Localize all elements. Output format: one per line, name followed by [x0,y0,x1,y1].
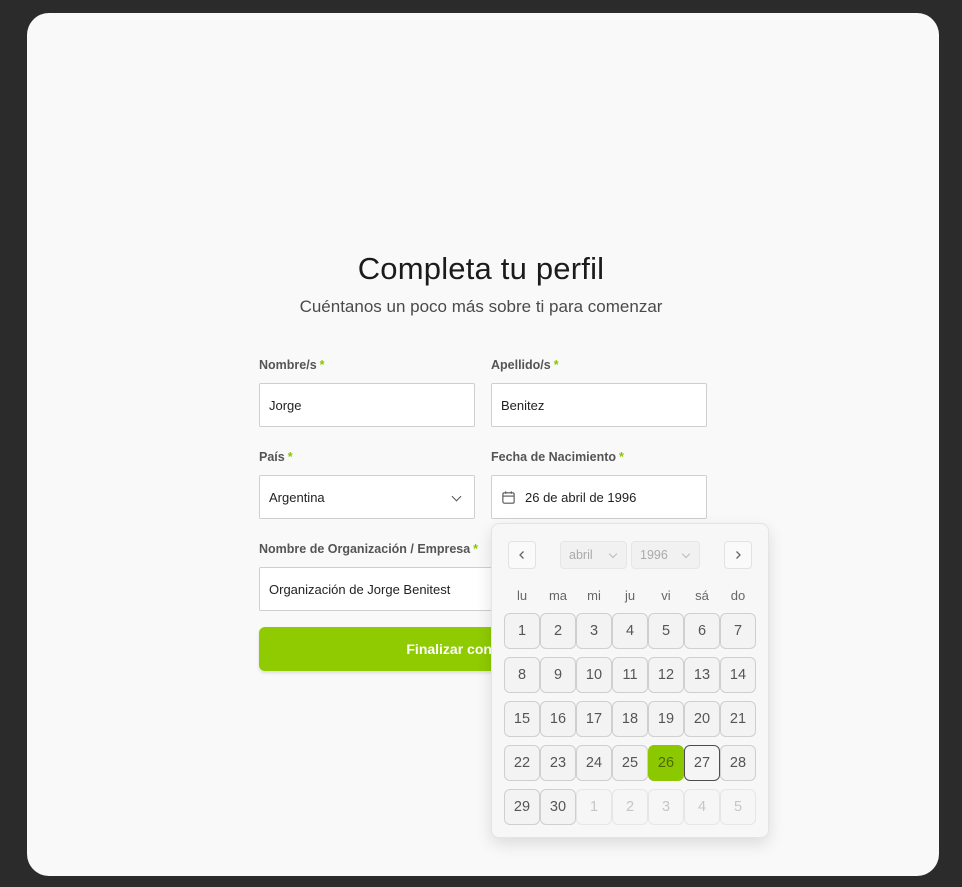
calendar-day[interactable]: 24 [576,745,612,781]
organization-label: Nombre de Organización / Empresa * [259,542,479,556]
required-mark: * [619,450,624,464]
calendar-day-outside: 5 [720,789,756,825]
calendar-day[interactable]: 14 [720,657,756,693]
required-mark: * [553,358,559,372]
calendar-day[interactable]: 26 [648,745,684,781]
calendar-day[interactable]: 25 [612,745,648,781]
weekday-label: lu [516,588,528,603]
date-picker-popup: abril 1996 lu ma mi ju vi sá do 1 2 3 4 5 6 7 8 9 10 11 1… [491,523,769,838]
calendar-day[interactable]: 15 [504,701,540,737]
calendar-day[interactable]: 20 [684,701,720,737]
month-select[interactable]: abril [560,541,627,569]
profile-card [27,13,939,876]
last-name-field[interactable]: Benitez [491,383,707,427]
calendar-day-outside: 4 [684,789,720,825]
organization-value: Organización de Jorge Benitest [269,581,451,597]
prev-month-button[interactable] [508,541,536,569]
calendar-day-outside: 3 [648,789,684,825]
first-name-value: Jorge [269,397,302,413]
weekday-label: do [730,588,746,603]
calendar-day[interactable]: 4 [612,613,648,649]
year-select[interactable]: 1996 [631,541,700,569]
weekday-label: vi [661,588,671,603]
last-name-value: Benitez [501,397,545,413]
calendar-day[interactable]: 17 [576,701,612,737]
calendar-day[interactable]: 21 [720,701,756,737]
calendar-day[interactable]: 11 [612,657,648,693]
calendar-day-outside: 1 [576,789,612,825]
calendar-day[interactable]: 5 [648,613,684,649]
required-mark: * [319,358,325,372]
calendar-day[interactable]: 12 [648,657,684,693]
last-name-label: Apellido/s * [491,358,559,372]
page-title: Completa tu perfil [357,251,605,286]
country-value: Argentina [269,489,325,505]
calendar-day[interactable]: 30 [540,789,576,825]
calendar-day[interactable]: 6 [684,613,720,649]
calendar-day[interactable]: 9 [540,657,576,693]
calendar-day-outside: 2 [612,789,648,825]
calendar-day[interactable]: 16 [540,701,576,737]
chevron-left-icon [519,551,524,559]
calendar-day[interactable]: 3 [576,613,612,649]
next-month-button[interactable] [724,541,752,569]
country-label: País * [259,450,293,464]
first-name-label: Nombre/s * [259,358,325,372]
calendar-day[interactable]: 2 [540,613,576,649]
page-subtitle: Cuéntanos un poco más sobre ti para come… [299,297,663,316]
calendar-day[interactable]: 23 [540,745,576,781]
calendar-day[interactable]: 22 [504,745,540,781]
birth-date-label: Fecha de Nacimiento * [491,450,624,464]
calendar-day[interactable]: 19 [648,701,684,737]
chevron-down-icon [608,549,618,559]
weekday-label: ma [548,588,568,603]
calendar-day[interactable]: 1 [504,613,540,649]
weekday-label: sá [695,588,709,603]
chevron-down-icon [681,549,691,559]
required-mark: * [473,542,479,556]
year-value: 1996 [640,548,668,562]
chevron-right-icon [736,551,741,559]
first-name-field[interactable]: Jorge [259,383,475,427]
calendar-day[interactable]: 28 [720,745,756,781]
weekday-label: mi [587,588,601,603]
required-mark: * [287,450,293,464]
country-select[interactable]: Argentina [259,475,475,519]
month-value: abril [569,548,593,562]
calendar-day[interactable]: 13 [684,657,720,693]
calendar-day[interactable]: 29 [504,789,540,825]
calendar-day[interactable]: 10 [576,657,612,693]
calendar-day[interactable]: 8 [504,657,540,693]
calendar-icon [501,490,516,505]
calendar-day[interactable]: 18 [612,701,648,737]
weekday-label: ju [624,588,636,603]
chevron-down-icon [451,491,462,502]
birth-date-field[interactable]: 26 de abril de 1996 [491,475,707,519]
calendar-day[interactable]: 7 [720,613,756,649]
calendar-day[interactable]: 27 [684,745,720,781]
birth-date-value: 26 de abril de 1996 [525,489,637,505]
